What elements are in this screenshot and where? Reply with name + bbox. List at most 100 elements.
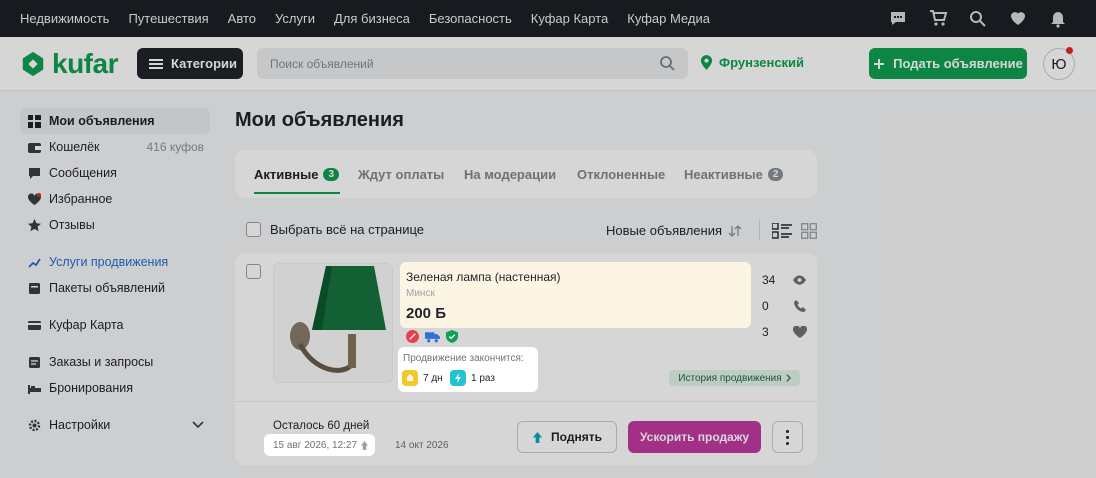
bell-icon[interactable] — [1048, 8, 1068, 28]
ad-stats: 34 0 3 — [747, 267, 807, 345]
tabs-bar: Активные 3 Ждут оплаты На модерации Откл… — [235, 150, 817, 198]
tab-count-badge: 3 — [323, 168, 339, 181]
grid-view-icon[interactable] — [801, 223, 817, 239]
topnav-link-services[interactable]: Услуги — [275, 11, 315, 26]
top-navigation: Недвижимость Путешествия Авто Услуги Для… — [0, 0, 1096, 37]
chevron-down-icon[interactable] — [192, 418, 204, 432]
ad-title[interactable]: Зеленая лампа (настенная) — [406, 270, 561, 284]
sidebar-item-reviews[interactable]: Отзывы — [20, 212, 210, 238]
tab-label: Ждут оплаты — [358, 167, 445, 182]
sidebar-item-label: Пакеты объявлений — [49, 281, 166, 295]
date-highlight: 15 авг 2026, 12:27 — [264, 434, 375, 456]
sidebar: Мои объявления Кошелёк 416 куфов Сообщен… — [20, 108, 210, 438]
sort-icon — [728, 224, 742, 237]
arrow-up-icon — [532, 431, 543, 443]
topnav-link-security[interactable]: Безопасность — [429, 11, 512, 26]
sidebar-item-label: Заказы и запросы — [49, 355, 154, 369]
sidebar-item-wallet[interactable]: Кошелёк 416 куфов — [20, 134, 210, 160]
boost-sale-button[interactable]: Ускорить продажу — [628, 421, 761, 453]
post-ad-button[interactable]: Подать объявление — [869, 48, 1027, 79]
tab-inactive[interactable]: Неактивные 2 — [684, 167, 784, 182]
tab-awaiting-payment[interactable]: Ждут оплаты — [358, 167, 444, 182]
categories-label: Категории — [171, 56, 238, 71]
region-label: Фрунзенский — [719, 55, 805, 70]
sidebar-item-bookings[interactable]: Бронирования — [20, 375, 210, 401]
compare-icon[interactable] — [968, 8, 988, 28]
calls-count: 0 — [762, 299, 769, 313]
region-selector[interactable]: Фрунзенский — [700, 54, 804, 71]
promo-days: 7 дн — [402, 370, 443, 386]
raise-button[interactable]: Поднять — [517, 421, 617, 453]
ad-photo[interactable] — [273, 263, 393, 383]
heart-icon — [27, 192, 42, 206]
divider — [235, 401, 817, 402]
tab-underline — [254, 192, 340, 194]
ad-feature-badges — [406, 330, 458, 343]
topnav-link-auto[interactable]: Авто — [228, 11, 256, 26]
chat-icon[interactable] — [888, 8, 908, 28]
list-view-icon[interactable] — [771, 222, 792, 239]
topnav-link-business[interactable]: Для бизнеса — [334, 11, 410, 26]
notification-dot — [1066, 47, 1073, 54]
select-all[interactable]: Выбрать всё на странице — [246, 222, 424, 237]
search-icon[interactable] — [659, 55, 676, 72]
categories-button[interactable]: Категории — [137, 48, 243, 79]
tab-label: Неактивные — [684, 167, 763, 182]
heart-icon[interactable] — [1008, 8, 1028, 28]
promotion-history-link[interactable]: История продвижения — [669, 370, 800, 386]
sidebar-item-label: Мои объявления — [49, 114, 155, 128]
end-date: 14 окт 2026 — [395, 440, 449, 451]
gear-icon — [28, 419, 41, 432]
tab-moderation[interactable]: На модерации — [464, 167, 556, 182]
sidebar-item-promotion[interactable]: Услуги продвижения — [20, 249, 210, 275]
topnav-link-kufar-media[interactable]: Куфар Медиа — [627, 11, 710, 26]
ad-checkbox[interactable] — [246, 264, 261, 279]
topnav-link-realty[interactable]: Недвижимость — [20, 11, 109, 26]
tab-label: На модерации — [464, 167, 557, 182]
tab-rejected[interactable]: Отклоненные — [577, 167, 665, 182]
search-input[interactable] — [257, 48, 688, 79]
sidebar-item-label: Куфар Карта — [49, 318, 124, 332]
lightning-icon — [450, 370, 466, 386]
sidebar-item-settings[interactable]: Настройки — [20, 412, 210, 438]
sidebar-item-favorites[interactable]: Избранное — [20, 186, 210, 212]
wallet-icon — [28, 141, 41, 154]
sidebar-item-my-ads[interactable]: Мои объявления — [20, 108, 210, 134]
favorites-count: 3 — [762, 325, 769, 339]
plus-icon — [874, 58, 885, 69]
views-stat: 34 — [747, 267, 807, 293]
promo-days-value: 7 дн — [423, 372, 443, 384]
kufar-logo[interactable]: kufar — [20, 48, 118, 80]
sidebar-item-orders[interactable]: Заказы и запросы — [20, 349, 210, 375]
sort-dropdown[interactable]: Новые объявления — [606, 223, 742, 238]
ad-city: Минск — [406, 288, 435, 299]
logo-icon — [22, 51, 44, 77]
remaining-days: Осталось 60 дней — [273, 420, 370, 432]
select-all-checkbox[interactable] — [246, 222, 261, 237]
tab-active[interactable]: Активные 3 — [254, 167, 339, 182]
sidebar-item-packages[interactable]: Пакеты объявлений — [20, 275, 210, 301]
grid-icon — [28, 114, 41, 128]
promotion-highlight: Продвижение закончится: 7 дн 1 раз — [398, 347, 538, 392]
ad-info-highlight: Зеленая лампа (настенная) Минск 200 Б — [400, 262, 751, 328]
header: kufar Категории Фрунзенский Подать объяв… — [0, 37, 1096, 91]
promo-label: Продвижение закончится: — [403, 353, 524, 364]
promo-times: 1 раз — [450, 370, 495, 386]
sidebar-item-messages[interactable]: Сообщения — [20, 160, 210, 186]
topnav-link-travel[interactable]: Путешествия — [128, 11, 208, 26]
created-date-value: 15 авг 2026, 12:27 — [273, 440, 358, 451]
orders-icon — [28, 356, 41, 369]
post-ad-label: Подать объявление — [893, 56, 1023, 71]
topnav-link-kufar-card[interactable]: Куфар Карта — [531, 11, 608, 26]
card-icon — [28, 319, 41, 332]
cart-icon[interactable] — [928, 8, 948, 28]
promo-times-value: 1 раз — [471, 372, 495, 384]
tab-label: Отклоненные — [577, 167, 666, 182]
sidebar-item-kufar-card[interactable]: Куфар Карта — [20, 312, 210, 338]
created-date: 15 авг 2026, 12:27 — [273, 440, 369, 451]
package-icon — [28, 282, 41, 295]
sidebar-item-label: Настройки — [49, 418, 111, 432]
sort-label: Новые объявления — [606, 223, 723, 238]
divider — [759, 220, 760, 240]
more-options-button[interactable] — [772, 421, 803, 453]
